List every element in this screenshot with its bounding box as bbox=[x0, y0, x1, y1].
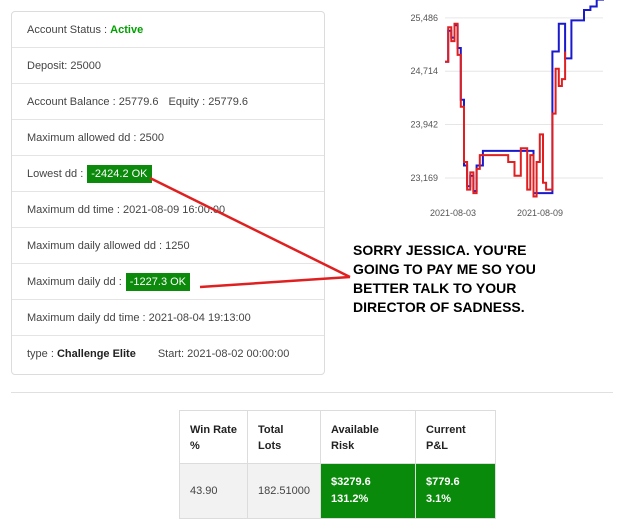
win-rate-value: 43.90 bbox=[179, 463, 248, 519]
start-date: Start: 2021-08-02 00:00:00 bbox=[157, 348, 290, 360]
max-daily-dd-label: Maximum daily dd : bbox=[27, 275, 122, 288]
y-tick-label: 25,486 bbox=[410, 13, 438, 23]
header-available-risk: Available Risk bbox=[320, 410, 416, 464]
max-daily-allowed-row: Maximum daily allowed dd : 1250 bbox=[12, 228, 324, 264]
max-daily-dd-time-row: Maximum daily dd time : 2021-08-04 19:13… bbox=[12, 300, 324, 336]
x-tick-label: 2021-08-03 bbox=[430, 208, 476, 218]
header-win-rate: Win Rate% bbox=[179, 410, 248, 464]
x-tick-labels: 2021-08-03 2021-08-09 bbox=[430, 208, 563, 218]
divider bbox=[11, 392, 613, 393]
y-tick-label: 24,714 bbox=[410, 66, 438, 76]
lowest-dd-row: Lowest dd : -2424.2 OK bbox=[12, 156, 324, 192]
y-tick-labels: 25,486 24,714 23,942 23,169 bbox=[410, 13, 438, 183]
type-row: type : Challenge Elite Start: 2021-08-02 … bbox=[12, 336, 324, 372]
type-label: type : bbox=[27, 348, 54, 360]
max-dd-time-row: Maximum dd time : 2021-08-09 16:00:00 bbox=[12, 192, 324, 228]
series-line-equity bbox=[445, 22, 567, 198]
x-tick-label: 2021-08-09 bbox=[517, 208, 563, 218]
max-daily-dd-badge: -1227.3 OK bbox=[125, 272, 191, 291]
annotation-line: BETTER TALK TO YOUR bbox=[353, 280, 517, 296]
max-dd-time: Maximum dd time : 2021-08-09 16:00:00 bbox=[27, 203, 226, 216]
y-tick-label: 23,942 bbox=[410, 120, 438, 130]
equity: Equity : 25779.6 bbox=[168, 95, 248, 108]
max-daily-dd-time: Maximum daily dd time : 2021-08-04 19:13… bbox=[27, 311, 251, 324]
y-tick-label: 23,169 bbox=[410, 173, 438, 183]
annotation-text: SORRY JESSICA. YOU'RE GOING TO PAY ME SO… bbox=[353, 241, 613, 317]
lowest-dd-badge: -2424.2 OK bbox=[87, 164, 152, 183]
header-total-lots: Total Lots bbox=[247, 410, 321, 464]
annotation-line: SORRY JESSICA. YOU'RE bbox=[353, 242, 527, 258]
deposit-text: Deposit: 25000 bbox=[27, 59, 101, 72]
type-value: Challenge Elite bbox=[56, 348, 136, 360]
chart-series bbox=[445, 0, 604, 198]
stats-value-row: 43.90 182.51000 $3279.6 131.2% $779.6 3.1% bbox=[179, 463, 496, 519]
account-status-row: Account Status : Active bbox=[12, 12, 324, 48]
chart-grid bbox=[445, 17, 603, 179]
account-panel: Account Status : Active Deposit: 25000 A… bbox=[11, 11, 325, 375]
account-status-value: Active bbox=[110, 23, 144, 36]
account-status-label: Account Status : bbox=[27, 23, 108, 36]
current-pnl-value: $779.6 3.1% bbox=[415, 463, 496, 519]
header-current-pnl: Current P&L bbox=[415, 410, 496, 464]
max-allowed-dd: Maximum allowed dd : 2500 bbox=[27, 131, 164, 144]
max-daily-dd-row: Maximum daily dd : -1227.3 OK bbox=[12, 264, 324, 300]
stats-table: Win Rate% Total Lots Available Risk Curre… bbox=[179, 410, 496, 519]
max-dd-row: Maximum allowed dd : 2500 bbox=[12, 120, 324, 156]
annotation-line: DIRECTOR OF SADNESS. bbox=[353, 299, 525, 315]
total-lots-value: 182.51000 bbox=[247, 463, 321, 519]
deposit-row: Deposit: 25000 bbox=[12, 48, 324, 84]
series-line-balance bbox=[445, 0, 604, 195]
annotation-line: GOING TO PAY ME SO YOU bbox=[353, 261, 536, 277]
stats-header-row: Win Rate% Total Lots Available Risk Curre… bbox=[179, 410, 496, 464]
max-daily-allowed-dd: Maximum daily allowed dd : 1250 bbox=[27, 239, 190, 252]
balance-row: Account Balance : 25779.6 Equity : 25779.… bbox=[12, 84, 324, 120]
account-balance: Account Balance : 25779.6 bbox=[27, 95, 159, 108]
available-risk-value: $3279.6 131.2% bbox=[320, 463, 416, 519]
lowest-dd-label: Lowest dd : bbox=[27, 167, 84, 180]
equity-chart: 25,48624,71423,94223,169 2021-08-03 2021-… bbox=[410, 0, 604, 218]
